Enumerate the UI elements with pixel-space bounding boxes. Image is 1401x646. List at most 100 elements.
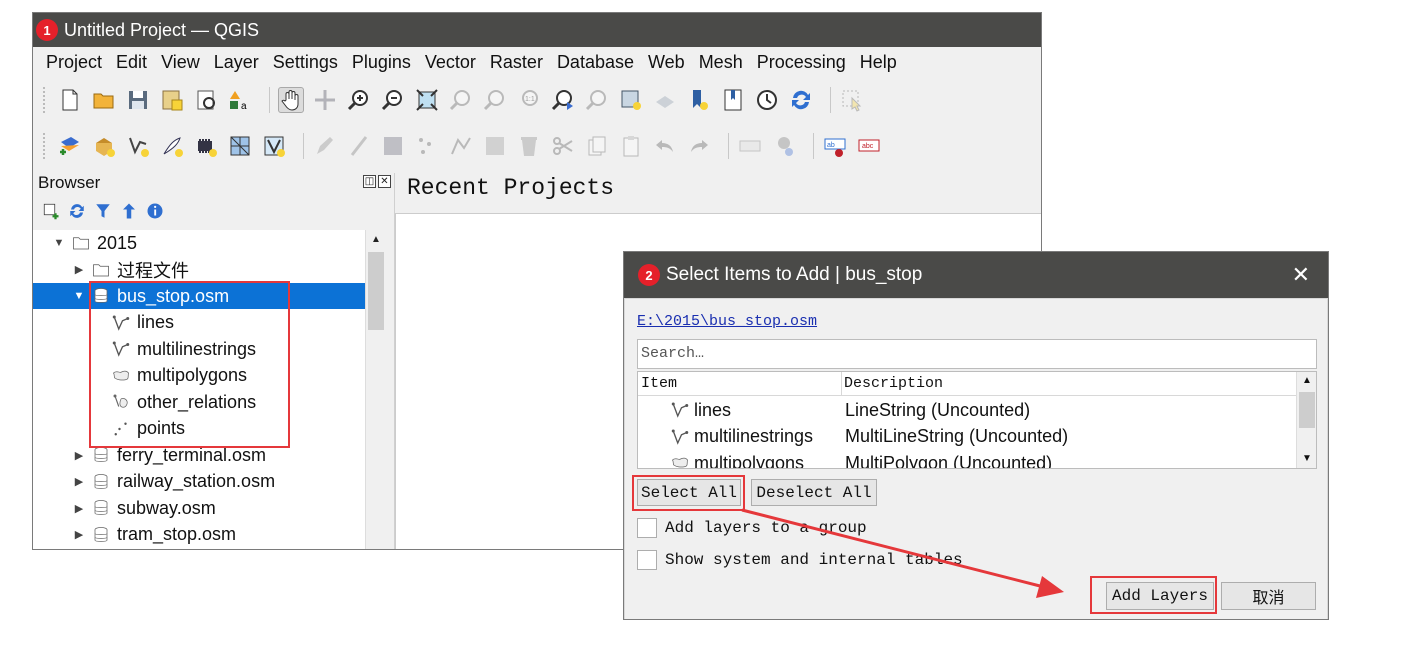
redo-icon[interactable] [686, 133, 712, 159]
menu-project[interactable]: Project [46, 52, 102, 73]
menu-help[interactable]: Help [860, 52, 897, 73]
show-bookmarks-icon[interactable] [720, 87, 746, 113]
layer-labeling-icon[interactable]: ab [822, 133, 848, 159]
menu-web[interactable]: Web [648, 52, 685, 73]
menu-vector[interactable]: Vector [425, 52, 476, 73]
menu-plugins[interactable]: Plugins [352, 52, 411, 73]
add-layers-button[interactable]: Add Layers [1106, 582, 1214, 610]
add-point-icon[interactable] [414, 133, 440, 159]
expand-arrow-icon[interactable]: ▼ [73, 290, 85, 302]
refresh-icon[interactable] [788, 87, 814, 113]
open-project-icon[interactable] [91, 87, 117, 113]
copy-features-icon[interactable] [584, 133, 610, 159]
toggle-editing-icon[interactable] [312, 133, 338, 159]
collapse-all-icon[interactable] [119, 201, 139, 221]
cut-features-icon[interactable] [550, 133, 576, 159]
menu-raster[interactable]: Raster [490, 52, 543, 73]
tree-item-other-relations[interactable]: other_relations [33, 389, 365, 415]
menu-edit[interactable]: Edit [116, 52, 147, 73]
expand-arrow-icon[interactable]: ▶ [73, 263, 85, 276]
tree-item-bus-stop-osm[interactable]: ▼ bus_stop.osm [33, 283, 365, 309]
new-project-icon[interactable] [57, 87, 83, 113]
undo-icon[interactable] [652, 133, 678, 159]
tree-item-tram-stop-osm[interactable]: ▶ tram_stop.osm [33, 522, 365, 548]
new-virtual-layer-icon[interactable] [261, 133, 287, 159]
new-map-view-icon[interactable] [618, 87, 644, 113]
menu-processing[interactable]: Processing [757, 52, 846, 73]
cancel-button[interactable]: 取消 [1221, 582, 1316, 610]
print-layout-icon[interactable] [193, 87, 219, 113]
add-layer-icon[interactable] [57, 133, 83, 159]
properties-info-icon[interactable] [145, 201, 165, 221]
zoom-out-icon[interactable] [380, 87, 406, 113]
source-path-link[interactable]: E:\2015\bus_stop.osm [637, 313, 817, 330]
data-source-manager-icon[interactable] [91, 133, 117, 159]
checkbox-box[interactable] [637, 550, 657, 570]
layer-diagram-icon[interactable]: abc [856, 133, 882, 159]
scroll-up-arrow-icon[interactable]: ▲ [366, 230, 386, 250]
expand-arrow-icon[interactable]: ▼ [53, 237, 65, 249]
close-panel-icon[interactable]: ✕ [378, 175, 391, 188]
tree-item-2015[interactable]: ▼ 2015 [33, 230, 365, 256]
table-row[interactable]: multipolygons MultiPolygon (Uncounted) [638, 450, 1298, 468]
menu-database[interactable]: Database [557, 52, 634, 73]
digitize-pen-icon[interactable] [159, 133, 185, 159]
expand-arrow-icon[interactable]: ▶ [73, 528, 85, 541]
temporal-controller-icon[interactable] [754, 87, 780, 113]
label-toolbar-icon[interactable] [737, 133, 763, 159]
table-row[interactable]: multilinestrings MultiLineString (Uncount… [638, 424, 1298, 450]
browser-scrollbar[interactable]: ▲ [365, 230, 386, 549]
modify-attributes-icon[interactable] [482, 133, 508, 159]
tree-item-multipolygons[interactable]: multipolygons [33, 363, 365, 389]
zoom-last-icon[interactable] [550, 87, 576, 113]
scroll-thumb[interactable] [1299, 392, 1315, 428]
pan-to-selection-icon[interactable] [312, 87, 338, 113]
scroll-up-arrow-icon[interactable]: ▲ [1297, 372, 1316, 390]
zoom-in-icon[interactable] [346, 87, 372, 113]
save-project-icon[interactable] [125, 87, 151, 113]
tree-item-multilinestrings[interactable]: multilinestrings [33, 336, 365, 362]
menu-mesh[interactable]: Mesh [699, 52, 743, 73]
add-to-group-checkbox[interactable]: Add layers to a group [637, 518, 867, 538]
save-as-icon[interactable] [159, 87, 185, 113]
close-icon[interactable]: ✕ [1292, 262, 1310, 288]
zoom-to-layer-icon[interactable] [482, 87, 508, 113]
tree-item-ferry-terminal-osm[interactable]: ▶ ferry_terminal.osm [33, 442, 365, 468]
filter-browser-icon[interactable] [93, 201, 113, 221]
show-system-tables-checkbox[interactable]: Show system and internal tables [637, 550, 963, 570]
tree-item--[interactable]: ▶ 过程文件 [33, 257, 365, 283]
bookmark-icon[interactable] [686, 87, 712, 113]
current-edits-icon[interactable] [346, 133, 372, 159]
menu-settings[interactable]: Settings [273, 52, 338, 73]
refresh-browser-icon[interactable] [67, 201, 87, 221]
style-manager-icon[interactable]: a [227, 87, 253, 113]
column-item-header[interactable]: Item [641, 375, 677, 392]
tree-item-subway-osm[interactable]: ▶ subway.osm [33, 495, 365, 521]
save-edits-icon[interactable] [380, 133, 406, 159]
expand-arrow-icon[interactable]: ▶ [73, 502, 85, 515]
expand-arrow-icon[interactable]: ▶ [73, 449, 85, 462]
paste-features-icon[interactable] [618, 133, 644, 159]
new-memory-layer-icon[interactable] [193, 133, 219, 159]
zoom-native-icon[interactable]: 1:1 [516, 87, 542, 113]
table-row[interactable]: lines LineString (Uncounted) [638, 397, 1298, 423]
zoom-to-selection-icon[interactable] [448, 87, 474, 113]
float-panel-icon[interactable]: ◫ [363, 175, 376, 188]
zoom-next-icon[interactable] [584, 87, 610, 113]
scroll-down-arrow-icon[interactable]: ▼ [1297, 450, 1316, 468]
zoom-full-icon[interactable] [414, 87, 440, 113]
menu-layer[interactable]: Layer [214, 52, 259, 73]
select-features-icon[interactable] [839, 87, 865, 113]
delete-selected-icon[interactable] [516, 133, 542, 159]
new-mesh-layer-icon[interactable] [227, 133, 253, 159]
tree-item-railway-station-osm[interactable]: ▶ railway_station.osm [33, 469, 365, 495]
tree-item-lines[interactable]: lines [33, 310, 365, 336]
expand-arrow-icon[interactable]: ▶ [73, 475, 85, 488]
tree-item-points[interactable]: points [33, 416, 365, 442]
table-scrollbar[interactable]: ▲ ▼ [1296, 372, 1316, 468]
vertex-tool-icon[interactable] [448, 133, 474, 159]
add-selected-layers-icon[interactable] [41, 201, 61, 221]
new-3d-view-icon[interactable] [652, 87, 678, 113]
pin-labels-icon[interactable] [771, 133, 797, 159]
new-vector-layer-icon[interactable] [125, 133, 151, 159]
